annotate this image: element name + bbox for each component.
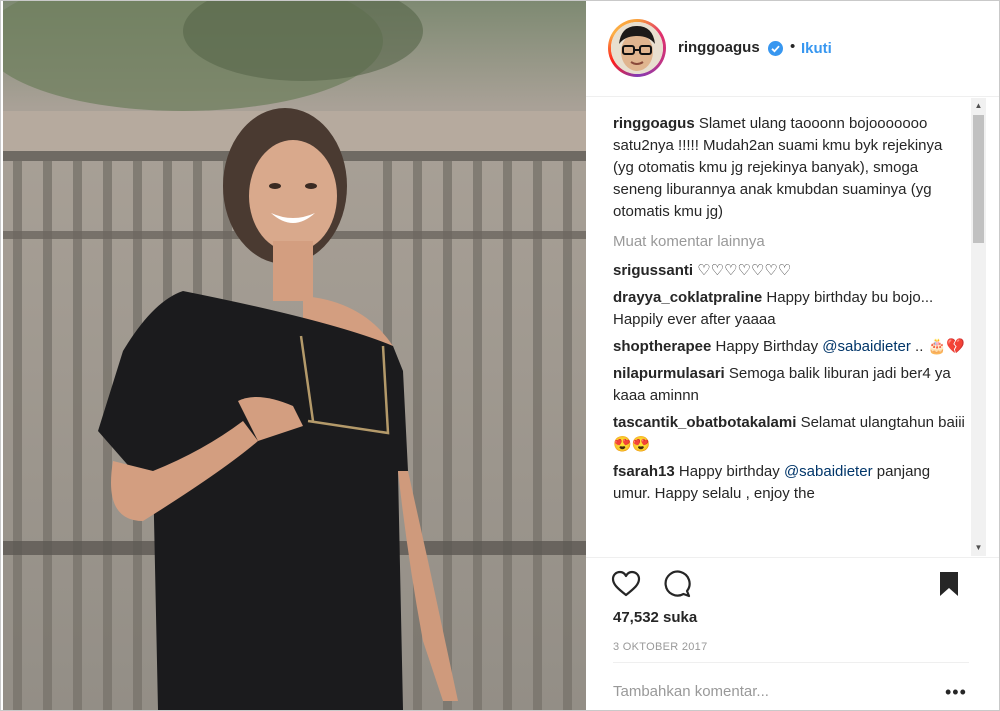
comments-scrollbar[interactable]: ▲ ▼ (971, 98, 986, 556)
comment-text: ♡♡♡♡♡♡♡ (693, 262, 792, 279)
scroll-up-arrow-icon[interactable]: ▲ (971, 98, 986, 114)
comment-item: tascantik_obatbotakalami Selamat ulangta… (613, 412, 965, 456)
avatar-image (611, 22, 663, 74)
comment-username[interactable]: shoptherapee (613, 338, 711, 355)
post-photo-image (3, 1, 586, 710)
comment-username[interactable]: srigussanti (613, 262, 693, 279)
heart-icon[interactable] (611, 569, 641, 599)
post-header: ringgoagus • Ikuti (586, 1, 999, 97)
comment-text: Happy Birthday (711, 338, 823, 355)
comment-mention-link[interactable]: @sabaidieter (822, 338, 911, 355)
comment-item: nilapurmulasari Semoga balik liburan jad… (613, 363, 965, 407)
post-side-panel: ringgoagus • Ikuti ringgoagus Slamet ula… (586, 1, 999, 710)
caption-username[interactable]: ringgoagus (613, 115, 695, 132)
comment-username[interactable]: tascantik_obatbotakalami (613, 414, 796, 431)
comments-list: ringgoagus Slamet ulang taooonn bojooooo… (613, 113, 965, 556)
comment-item: srigussanti ♡♡♡♡♡♡♡ (613, 260, 965, 282)
comment-mention-link[interactable]: @sabaidieter (784, 463, 873, 480)
comment-item: shoptherapee Happy Birthday @sabaidieter… (613, 336, 965, 358)
comment-icon[interactable] (662, 569, 692, 599)
comment-item: fsarah13 Happy birthday @sabaidieter pan… (613, 461, 965, 505)
comment-username[interactable]: nilapurmulasari (613, 365, 725, 382)
follow-button[interactable]: Ikuti (801, 40, 832, 57)
avatar-story-ring[interactable] (608, 19, 666, 77)
comment-item: drayya_coklatpraline Happy birthday bu b… (613, 287, 965, 331)
more-options-button[interactable]: ••• (945, 683, 967, 701)
comment-text-after: .. 🎂💔 (910, 338, 965, 355)
likes-count[interactable]: 47,532 suka (613, 609, 697, 626)
post-photo[interactable] (3, 1, 586, 710)
verified-badge-icon (768, 41, 783, 56)
header-separator: • (790, 38, 796, 55)
comment-username[interactable]: fsarah13 (613, 463, 675, 480)
post-actions-bar (586, 557, 999, 607)
add-comment-section: ••• (613, 662, 969, 710)
add-comment-input[interactable] (613, 683, 933, 700)
bookmark-icon[interactable] (934, 569, 964, 599)
post-caption: ringgoagus Slamet ulang taooonn bojooooo… (613, 113, 965, 223)
avatar[interactable] (611, 22, 663, 74)
post-username[interactable]: ringgoagus (678, 39, 760, 56)
scrollbar-thumb[interactable] (973, 115, 984, 243)
scroll-down-arrow-icon[interactable]: ▼ (971, 540, 986, 556)
load-more-comments-link[interactable]: Muat komentar lainnya (613, 231, 965, 253)
comment-username[interactable]: drayya_coklatpraline (613, 289, 762, 306)
comment-text: Happy birthday (674, 463, 784, 480)
post-date[interactable]: 3 OKTOBER 2017 (613, 641, 708, 653)
